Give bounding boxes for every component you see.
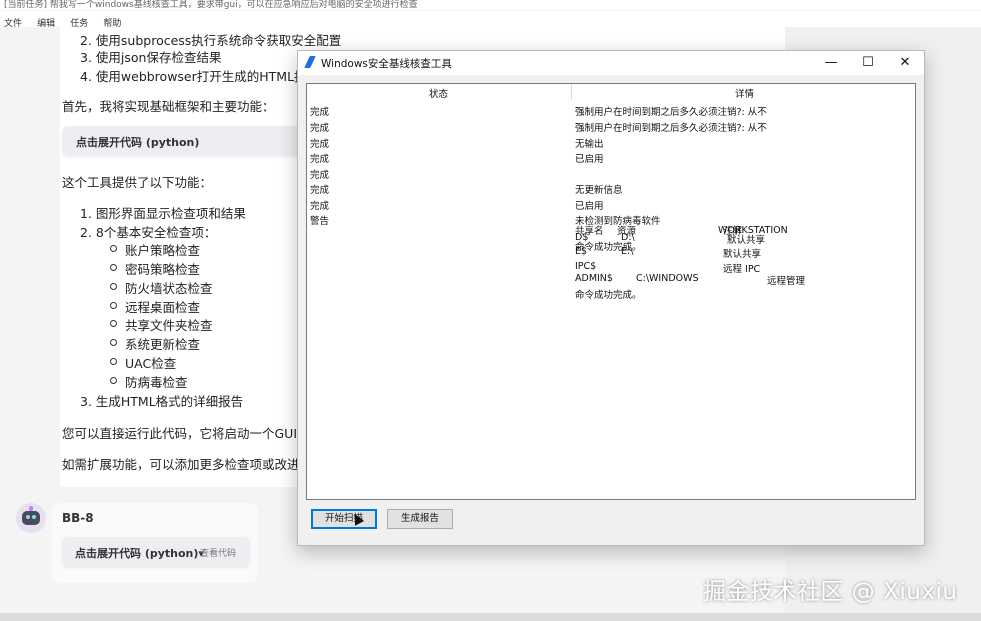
feature-item: 3. 生成HTML格式的详细报告 — [80, 394, 244, 409]
column-separator — [571, 84, 572, 100]
bullet-icon — [110, 283, 117, 290]
check-item: 远程桌面检查 — [125, 300, 201, 315]
row-status[interactable]: 完成 — [310, 120, 329, 134]
bb8-expand-code-label: 点击展开代码 (python)▾ — [75, 547, 204, 560]
bullet-icon — [110, 358, 117, 365]
check-item: UAC检查 — [125, 356, 177, 371]
feature-item: 1. 图形界面显示检查项和结果 — [80, 206, 246, 221]
row-status[interactable]: 警告 — [310, 213, 329, 227]
dialog-title: Windows安全基线核查工具 — [321, 58, 452, 70]
row-detail[interactable]: 强制用户在时间到期之后多久必须注销?: 从不 — [575, 104, 767, 118]
results-treeview[interactable]: 状态 详情 完成 强制用户在时间到期之后多久必须注销?: 从不 完成 强制用户在… — [306, 83, 916, 500]
row-status[interactable]: 完成 — [310, 151, 329, 165]
start-scan-button[interactable]: 开始扫描 — [311, 509, 377, 529]
bb8-expand-code-button[interactable]: 点击展开代码 (python)▾ 查看代码 — [62, 537, 250, 567]
check-item: 防病毒检查 — [125, 375, 188, 390]
view-code-link[interactable]: 查看代码 — [200, 546, 236, 559]
bullet-icon — [110, 320, 117, 327]
check-item: 系统更新检查 — [125, 337, 201, 352]
expand-code-label: 点击展开代码 (python) — [76, 136, 200, 149]
watermark: 掘金技术社区 @ Xiuxiu — [703, 579, 958, 605]
app-title: [当前任务] 帮我写一个windows基线核查工具，要求带gui，可以在应急响应… — [4, 0, 418, 10]
row-detail[interactable]: 已启用 — [575, 151, 604, 165]
bullet-icon — [110, 302, 117, 309]
plan-item: 4. 使用webbrowser打开生成的HTML报告 — [80, 69, 320, 84]
bullet-icon — [110, 245, 117, 252]
row-detail[interactable]: 已启用 — [575, 198, 604, 212]
bb8-name: BB-8 — [62, 511, 94, 525]
share-name: ADMIN$ — [575, 273, 613, 284]
status-bar — [0, 613, 981, 621]
row-detail[interactable]: 强制用户在时间到期之后多久必须注销?: 从不 — [575, 120, 767, 134]
check-item: 密码策略检查 — [125, 262, 201, 277]
row-status[interactable]: 完成 — [310, 182, 329, 196]
bullet-icon — [110, 377, 117, 384]
share-remark: 默认共享 — [727, 235, 766, 246]
column-details[interactable]: 详情 — [735, 86, 754, 100]
share-path: E:\ — [621, 246, 634, 257]
minimize-button[interactable]: — — [813, 52, 849, 74]
maximize-button[interactable]: ☐ — [850, 52, 886, 74]
check-item: 共享文件夹检查 — [125, 318, 213, 333]
generate-report-label: 生成报告 — [400, 513, 439, 524]
dialog-title-bar: Windows安全基线核查工具 — ☐ ✕ — [298, 51, 924, 75]
intro-text: 首先，我将实现基础框架和主要功能： — [62, 99, 275, 114]
close-button[interactable]: ✕ — [887, 52, 923, 74]
share-remark: 远程管理 — [767, 276, 806, 287]
menu-bar: 文件 编辑 任务 帮助 — [0, 11, 981, 29]
row-status[interactable]: 完成 — [310, 136, 329, 150]
command-success-text: 命令成功完成。 — [575, 290, 642, 301]
share-remark: 默认共享 — [723, 249, 762, 260]
share-remark: 远程 IPC — [723, 264, 761, 275]
feather-icon — [304, 56, 316, 68]
run-note: 您可以直接运行此代码，它将启动一个GUI — [62, 426, 298, 441]
features-intro: 这个工具提供了以下功能： — [62, 175, 213, 190]
row-detail[interactable]: 无输出 — [575, 136, 604, 150]
row-status[interactable]: 完成 — [310, 198, 329, 212]
expand-code-button[interactable]: 点击展开代码 (python) — [62, 126, 302, 156]
baseline-tool-window: Windows安全基线核查工具 — ☐ ✕ 状态 详情 完成 强制用户在时间到期… — [297, 50, 925, 546]
robot-icon — [22, 511, 40, 525]
feature-item: 2. 8个基本安全检查项： — [80, 225, 217, 240]
extend-note: 如需扩展功能，可以添加更多检查项或改进 — [62, 457, 300, 472]
plan-item: 3. 使用json保存检查结果 — [80, 50, 222, 65]
row-status[interactable]: 完成 — [310, 167, 329, 181]
check-item: 账户策略检查 — [125, 243, 201, 258]
bullet-icon — [110, 339, 117, 346]
share-name: E$ — [575, 246, 588, 257]
bb8-avatar — [16, 503, 46, 533]
share-name: IPC$ — [575, 261, 597, 272]
bullet-icon — [110, 264, 117, 271]
row-status[interactable]: 完成 — [310, 104, 329, 118]
generate-report-button[interactable]: 生成报告 — [387, 509, 453, 529]
app-title-bar: [当前任务] 帮我写一个windows基线核查工具，要求带gui，可以在应急响应… — [0, 0, 981, 10]
share-path: C:\WINDOWS — [636, 273, 699, 284]
row-detail[interactable]: 无更新信息 — [575, 182, 623, 196]
column-status[interactable]: 状态 — [429, 86, 448, 100]
check-item: 防火墙状态检查 — [125, 281, 213, 296]
